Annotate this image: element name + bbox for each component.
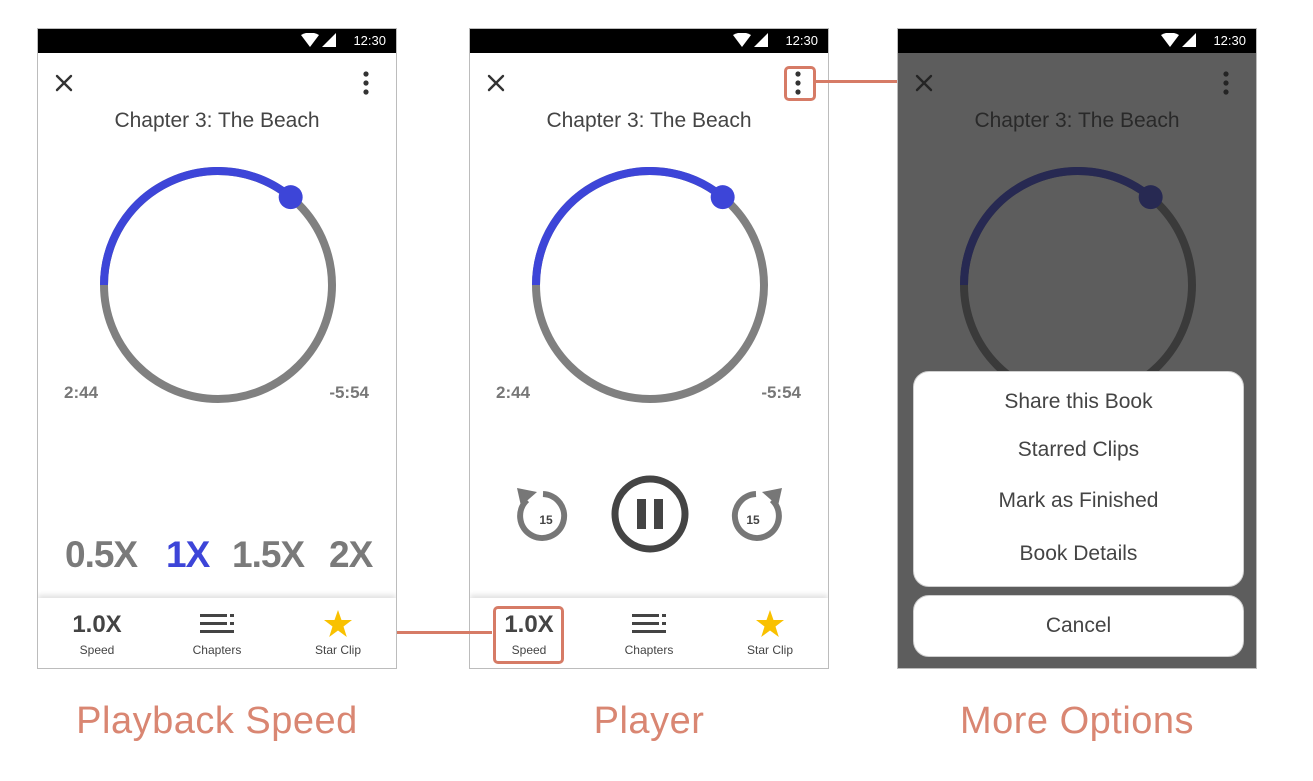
options-sheet: Share this Book Starred Clips Mark as Fi… bbox=[913, 371, 1244, 587]
caption-player: Player bbox=[593, 700, 705, 742]
speed-value: 1.0X bbox=[72, 611, 122, 638]
remaining-time: -5:54 bbox=[329, 383, 369, 402]
starred-clips-option[interactable]: Starred Clips bbox=[914, 438, 1243, 462]
star-icon bbox=[756, 610, 784, 637]
close-icon[interactable] bbox=[486, 73, 506, 93]
wifi-icon bbox=[733, 33, 751, 47]
speed-connector-line bbox=[397, 631, 492, 634]
close-icon[interactable] bbox=[54, 73, 74, 93]
signal-icon bbox=[322, 33, 336, 47]
progress-arc bbox=[100, 167, 294, 286]
wifi-icon bbox=[1161, 33, 1179, 47]
status-bar: 12:30 bbox=[470, 29, 828, 53]
playback-controls: 15 15 bbox=[470, 474, 828, 558]
speed-option-1-5x[interactable]: 1.5X bbox=[232, 534, 305, 576]
chapters-list-icon bbox=[200, 614, 234, 633]
forward-15-icon[interactable]: 15 bbox=[726, 484, 786, 544]
star-clip-button[interactable]: Star Clip bbox=[283, 598, 393, 668]
chapter-title: Chapter 3: The Beach bbox=[546, 109, 752, 132]
rewind-15-icon[interactable]: 15 bbox=[513, 484, 573, 544]
caption-playback-speed: Playback Speed bbox=[76, 700, 358, 742]
chapters-button[interactable]: Chapters bbox=[594, 598, 704, 668]
more-options-screen: 12:30 Chapter 3: The Beach Share this Bo… bbox=[897, 28, 1257, 669]
status-bar: 12:30 bbox=[38, 29, 396, 53]
speed-options: 0.5X 1X 1.5X 2X bbox=[38, 534, 396, 580]
status-time: 12:30 bbox=[1213, 33, 1246, 48]
chapters-label: Chapters bbox=[192, 643, 242, 657]
mark-finished-option[interactable]: Mark as Finished bbox=[914, 489, 1243, 513]
progress-arc bbox=[532, 167, 726, 286]
pause-icon[interactable] bbox=[610, 474, 690, 554]
cancel-button[interactable]: Cancel bbox=[913, 595, 1244, 657]
rewind-seconds: 15 bbox=[539, 513, 553, 527]
elapsed-time: 2:44 bbox=[496, 383, 531, 402]
status-bar: 12:30 bbox=[898, 29, 1256, 53]
progress-ring[interactable] bbox=[532, 167, 768, 403]
remaining-time: -5:54 bbox=[761, 383, 801, 402]
speed-option-1x[interactable]: 1X bbox=[166, 534, 210, 576]
status-time: 12:30 bbox=[785, 33, 818, 48]
progress-ring[interactable] bbox=[100, 167, 336, 403]
star-clip-button[interactable]: Star Clip bbox=[715, 598, 825, 668]
elapsed-time: 2:44 bbox=[64, 383, 99, 402]
status-time: 12:30 bbox=[353, 33, 386, 48]
speed-option-2x[interactable]: 2X bbox=[329, 534, 373, 576]
more-options-connector-line bbox=[815, 80, 897, 83]
speed-highlight bbox=[493, 606, 564, 664]
forward-seconds: 15 bbox=[746, 513, 760, 527]
bottom-bar: 1.0X Speed Chapters Star Clip bbox=[38, 598, 396, 668]
chapter-title: Chapter 3: The Beach bbox=[114, 109, 320, 132]
speed-option-0-5x[interactable]: 0.5X bbox=[65, 534, 138, 576]
progress-knob[interactable] bbox=[278, 185, 303, 210]
signal-icon bbox=[1182, 33, 1196, 47]
book-details-option[interactable]: Book Details bbox=[914, 542, 1243, 566]
speed-button[interactable]: 1.0X Speed bbox=[42, 598, 152, 668]
signal-icon bbox=[754, 33, 768, 47]
player-screen: 12:30 Chapter 3: The Beach 2:44 -5:54 15… bbox=[469, 28, 829, 669]
more-options-highlight bbox=[784, 66, 816, 101]
playback-speed-screen: 12:30 Chapter 3: The Beach 2:44 -5:54 0.… bbox=[37, 28, 397, 669]
wifi-icon bbox=[301, 33, 319, 47]
chapters-list-icon bbox=[632, 614, 666, 633]
chapters-label: Chapters bbox=[624, 643, 674, 657]
progress-knob[interactable] bbox=[710, 185, 735, 210]
chapters-button[interactable]: Chapters bbox=[162, 598, 272, 668]
star-clip-label: Star Clip bbox=[314, 643, 361, 657]
caption-more-options: More Options bbox=[959, 700, 1195, 742]
star-icon bbox=[324, 610, 352, 637]
more-vert-icon[interactable] bbox=[354, 70, 378, 96]
speed-label: Speed bbox=[79, 643, 115, 657]
star-clip-label: Star Clip bbox=[746, 643, 793, 657]
share-book-option[interactable]: Share this Book bbox=[914, 390, 1243, 414]
